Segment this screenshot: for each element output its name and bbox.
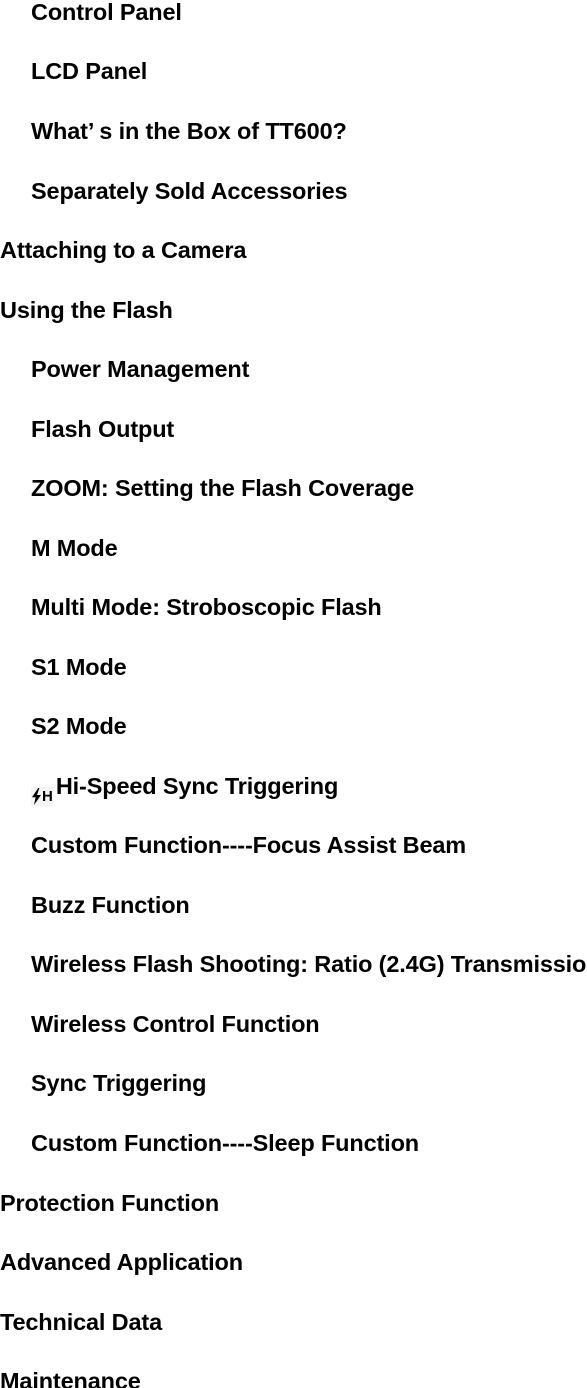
toc-entry[interactable]: S1 Mode	[0, 652, 587, 682]
toc-entry-label: Maintenance	[0, 1368, 141, 1388]
toc-entry-label: Custom Function----Focus Assist Beam	[31, 832, 467, 858]
table-of-contents-page: Control Panel LCD Panel What’ s in the Box…	[0, 0, 587, 1388]
toc-entry-label: Control Panel	[31, 0, 182, 25]
toc-entry-label: Advanced Application	[0, 1249, 243, 1275]
toc-entry[interactable]: S2 Mode	[0, 711, 587, 741]
toc-entry[interactable]: ZOOM: Setting the Flash Coverage	[0, 473, 587, 503]
toc-entry[interactable]: Custom Function----Focus Assist Beam	[0, 830, 587, 860]
toc-entry[interactable]: Sync Triggering	[0, 1068, 587, 1098]
toc-entry[interactable]: Maintenance	[0, 1366, 587, 1388]
toc-entry[interactable]: Flash Output	[0, 414, 587, 444]
toc-entry[interactable]: LCD Panel	[0, 56, 587, 86]
toc-entry-label: Sync Triggering	[31, 1070, 207, 1096]
toc-entry[interactable]: Wireless Control Function	[0, 1009, 587, 1039]
toc-entry[interactable]: Custom Function----Sleep Function	[0, 1128, 587, 1158]
toc-entry-label: Flash Output	[31, 416, 175, 442]
toc-entry[interactable]: Advanced Application	[0, 1247, 587, 1277]
toc-entry-label: Attaching to a Camera	[0, 237, 247, 263]
toc-entry-label: Using the Flash	[0, 297, 173, 323]
toc-entry[interactable]: Wireless Flash Shooting: Ratio (2.4G) Tr…	[0, 949, 587, 979]
toc-entry[interactable]: Multi Mode: Stroboscopic Flash	[0, 592, 587, 622]
toc-entry[interactable]: Separately Sold Accessories	[0, 176, 587, 206]
toc-entry-label: Custom Function----Sleep Function	[31, 1130, 419, 1156]
toc-entry-label: Hi-Speed Sync Triggering	[55, 773, 339, 799]
toc-entry-label: S1 Mode	[31, 654, 127, 680]
hi-speed-sync-h-letter: H	[42, 787, 53, 805]
toc-entry-label: Wireless Control Function	[31, 1011, 320, 1037]
lightning-bolt-icon	[31, 787, 42, 805]
toc-entry-label: Separately Sold Accessories	[31, 178, 348, 204]
toc-entry-label: Buzz Function	[31, 892, 190, 918]
toc-entry[interactable]: What’ s in the Box of TT600?	[0, 116, 587, 146]
hi-speed-sync-icon: H	[31, 787, 53, 806]
toc-entry-label: Multi Mode: Stroboscopic Flash	[31, 594, 382, 620]
toc-entry-label: S2 Mode	[31, 713, 127, 739]
toc-entry[interactable]: Using the Flash	[0, 295, 587, 325]
toc-entry[interactable]: Attaching to a Camera	[0, 235, 587, 265]
toc-entry[interactable]: M Mode	[0, 533, 587, 563]
toc-entry-label: M Mode	[31, 535, 118, 561]
toc-entry[interactable]: Power Management	[0, 354, 587, 384]
toc-entry[interactable]: H Hi-Speed Sync Triggering	[0, 771, 587, 806]
toc-entry[interactable]: Protection Function	[0, 1188, 587, 1218]
toc-entry-label: Power Management	[31, 356, 250, 382]
toc-entry-label: LCD Panel	[31, 58, 148, 84]
toc-entry[interactable]: Buzz Function	[0, 890, 587, 920]
toc-entry-label: What’ s in the Box of TT600?	[31, 118, 347, 144]
toc-entry-label: Wireless Flash Shooting: Ratio (2.4G) Tr…	[31, 951, 587, 977]
toc-entry[interactable]: Technical Data	[0, 1307, 587, 1337]
toc-entry-label: Technical Data	[0, 1309, 163, 1335]
toc-entry[interactable]: Control Panel	[0, 0, 587, 27]
toc-entry-label: Protection Function	[0, 1190, 220, 1216]
toc-entry-label: ZOOM: Setting the Flash Coverage	[31, 475, 414, 501]
